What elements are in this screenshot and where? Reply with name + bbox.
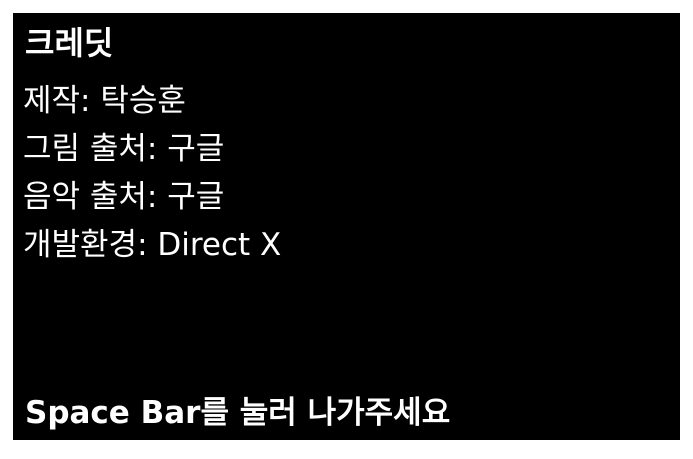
credit-line-image-source: 그림 출처: 구글 (23, 131, 225, 167)
credits-title: 크레딧 (25, 24, 114, 62)
credit-line-producer: 제작: 탁승훈 (23, 83, 186, 119)
exit-hint: Space Bar를 눌러 나가주세요 (25, 395, 451, 431)
credits-list: 제작: 탁승훈 그림 출처: 구글 음악 출처: 구글 개발환경: Direct… (23, 77, 281, 269)
credits-screen: 크레딧 제작: 탁승훈 그림 출처: 구글 음악 출처: 구글 개발환경: Di… (13, 13, 680, 440)
credit-line-dev-environment: 개발환경: Direct X (23, 227, 282, 263)
credit-line-music-source: 음악 출처: 구글 (23, 179, 225, 215)
